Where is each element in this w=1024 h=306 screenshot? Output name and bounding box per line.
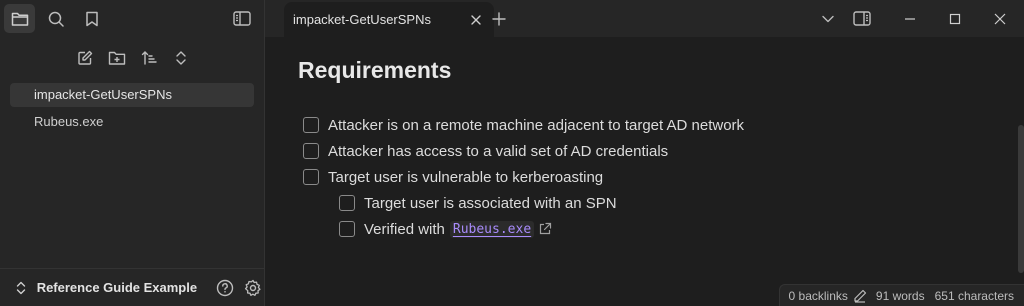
word-count: 91 words [875, 288, 925, 303]
task-checkbox[interactable] [303, 143, 319, 159]
pencil-icon [854, 289, 867, 303]
character-count: 651 characters [934, 288, 1014, 303]
collapse-all-button[interactable] [169, 46, 193, 70]
right-sidebar-icon [853, 11, 871, 26]
new-note-button[interactable] [73, 46, 97, 70]
vault-switcher[interactable]: Reference Guide Example [0, 268, 265, 306]
help-button[interactable] [213, 276, 236, 300]
new-note-icon [77, 50, 92, 65]
chevron-down-icon [822, 15, 834, 22]
file-item-impacket-getuserspns[interactable]: impacket-GetUserSPNs [10, 83, 254, 107]
edit-mode-button[interactable] [852, 288, 868, 304]
editor-pane[interactable]: Requirements Attacker is on a remote mac… [266, 37, 1024, 306]
vault-name: Reference Guide Example [36, 280, 198, 295]
sort-icon [141, 51, 157, 65]
help-icon [216, 279, 234, 296]
toggle-sidebar-button[interactable] [226, 4, 257, 33]
subtask-item: Target user is associated with an SPN [339, 190, 744, 216]
tab-bar: impacket-GetUserSPNs [265, 0, 1024, 37]
external-link-icon [538, 222, 552, 236]
rubeus-link[interactable]: Rubeus.exe [449, 220, 535, 238]
task-checkbox[interactable] [303, 169, 319, 185]
task-checkbox[interactable] [339, 195, 355, 211]
tab-impacket-getuserspns[interactable]: impacket-GetUserSPNs [284, 2, 494, 37]
file-nav-actions [0, 46, 265, 70]
close-icon [994, 13, 1006, 24]
bookmarks-button[interactable] [76, 4, 107, 33]
bookmark-icon [85, 11, 98, 26]
minimize-icon [905, 17, 915, 20]
task-text: Target user is vulnerable to kerberoasti… [328, 168, 604, 186]
task-item: Target user is vulnerable to kerberoasti… [303, 164, 744, 190]
sidebar-toggle-icon [232, 11, 251, 26]
new-folder-button[interactable] [105, 46, 129, 70]
task-item: Attacker is on a remote machine adjacent… [303, 112, 744, 138]
gear-icon [245, 279, 261, 296]
close-icon [471, 14, 481, 25]
note-heading: Requirements [298, 57, 452, 83]
task-list: Attacker is on a remote machine adjacent… [303, 112, 744, 242]
settings-button[interactable] [242, 276, 265, 300]
sort-button[interactable] [137, 46, 161, 70]
tab-title: impacket-GetUserSPNs [293, 12, 431, 27]
file-item-rubeus[interactable]: Rubeus.exe [10, 110, 254, 134]
plus-icon [492, 12, 506, 26]
file-list: impacket-GetUserSPNs Rubeus.exe [10, 83, 254, 137]
maximize-button[interactable] [943, 7, 967, 31]
toggle-right-sidebar-button[interactable] [850, 7, 874, 31]
tab-list-button[interactable] [816, 7, 840, 31]
window-controls [816, 0, 1024, 37]
new-folder-icon [108, 51, 125, 65]
search-icon [48, 11, 64, 27]
chevron-up-down-icon [14, 280, 28, 296]
new-tab-button[interactable] [487, 7, 511, 31]
task-checkbox[interactable] [303, 117, 319, 133]
status-bar: 0 backlinks 91 words 651 characters [778, 284, 1024, 306]
minimize-button[interactable] [898, 7, 922, 31]
search-button[interactable] [40, 4, 71, 33]
collapse-expand-icon [175, 51, 186, 65]
task-text: Verified with [364, 220, 445, 238]
file-explorer-button[interactable] [4, 4, 35, 33]
folder-icon [11, 12, 28, 26]
task-text: Target user is associated with an SPN [364, 194, 617, 212]
task-text: Attacker is on a remote machine adjacent… [328, 116, 745, 134]
task-item: Attacker has access to a valid set of AD… [303, 138, 744, 164]
tab-close-button[interactable] [465, 9, 487, 31]
task-checkbox[interactable] [339, 221, 355, 237]
maximize-icon [949, 13, 961, 24]
editor-scrollbar[interactable] [1018, 125, 1024, 273]
task-text: Attacker has access to a valid set of AD… [328, 142, 669, 160]
sidebar: impacket-GetUserSPNs Rubeus.exe Referenc… [0, 0, 265, 306]
sidebar-ribbon [0, 0, 265, 37]
backlinks-count[interactable]: 0 backlinks [789, 289, 848, 303]
close-window-button[interactable] [988, 7, 1012, 31]
subtask-item: Verified with Rubeus.exe [339, 216, 744, 242]
